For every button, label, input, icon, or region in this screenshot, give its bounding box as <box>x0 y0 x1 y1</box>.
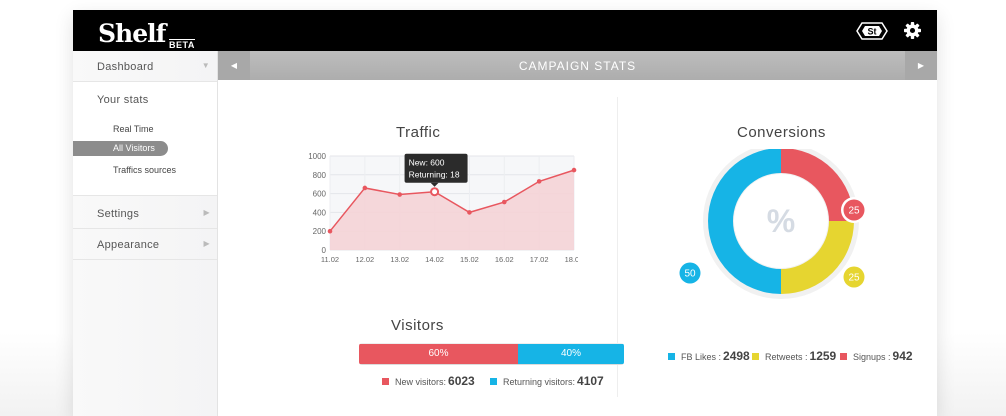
x-tick-label: 13.02 <box>390 255 409 264</box>
main-content: ◀ CAMPAIGN STATS ▶ Traffic 1000 800 600 400… <box>218 51 937 416</box>
visitors-title: Visitors <box>391 317 444 334</box>
sidebar: Dashboard ▼ Your stats Real Time All Vis… <box>73 51 218 416</box>
beta-badge: BETA <box>169 39 195 50</box>
sidebar-group-your-stats: Your stats Real Time All Visitors Traffi… <box>73 82 217 196</box>
traffic-point[interactable] <box>467 210 472 215</box>
x-tick-label: 15.02 <box>460 255 479 264</box>
logo[interactable]: Shelf <box>98 20 166 48</box>
legend-swatch <box>840 353 847 360</box>
badge-value: 25 <box>848 206 860 217</box>
legend-label: Retweets : <box>765 352 808 362</box>
conversions-title: Conversions <box>737 124 826 141</box>
sidebar-subitem-all-visitors[interactable]: All Visitors <box>73 141 168 156</box>
percent-icon: % <box>767 203 795 239</box>
legend-label: Signups : <box>853 352 891 362</box>
fb-likes-legend: FB Likes :2498 <box>668 349 750 363</box>
x-tick-label: 16.02 <box>495 255 514 264</box>
stage: Shelf BETA St Dashboard ▼ Your stats Rea… <box>0 0 1006 416</box>
x-tick-label: 11.02 <box>321 255 339 264</box>
x-tick-label: 14.02 <box>425 255 444 264</box>
legend-swatch <box>490 378 497 385</box>
chevron-down-icon: ▼ <box>201 61 210 70</box>
sidebar-item-appearance[interactable]: Appearance ▶ <box>73 229 217 260</box>
x-tick-label: 17.02 <box>530 255 549 264</box>
page-title: CAMPAIGN STATS <box>518 59 637 73</box>
y-tick-label: 800 <box>313 171 327 180</box>
traffic-point[interactable] <box>501 199 507 205</box>
traffic-title: Traffic <box>396 124 441 141</box>
traffic-point[interactable] <box>571 167 577 173</box>
traffic-chart: 1000 800 600 400 200 011.02 12.02 13.02 14.02 15.… <box>308 152 578 264</box>
title-bar: ◀ CAMPAIGN STATS ▶ <box>218 51 937 80</box>
app-window: Shelf BETA St Dashboard ▼ Your stats Rea… <box>73 10 937 416</box>
chevron-right-icon: ▶ <box>203 208 210 217</box>
conversions-donut: % 25 25 50 <box>677 149 867 299</box>
signups-legend: Signups :942 <box>840 349 913 363</box>
chevron-right-icon: ▶ <box>203 239 210 248</box>
legend-label: Returning visitors: <box>503 377 576 387</box>
legend-swatch <box>382 378 389 385</box>
sidebar-item-dashboard[interactable]: Dashboard ▼ <box>73 51 217 82</box>
legend-value: 942 <box>892 349 913 363</box>
traffic-point-highlight[interactable] <box>430 187 440 197</box>
x-tick-label: 18.02 <box>565 255 578 264</box>
traffic-plot: 1000 800 600 400 200 011.02 12.02 13.02 14.02 15.… <box>308 152 578 264</box>
sidebar-subitem-real-time[interactable]: Real Time <box>113 124 154 134</box>
new-visitors-bar: 60% <box>359 344 518 364</box>
badge-value: 50 <box>684 269 696 280</box>
legend-swatch <box>752 353 759 360</box>
legend-value: 1259 <box>809 349 837 363</box>
y-tick-label: 600 <box>313 190 327 199</box>
badge-value: 25 <box>848 273 860 284</box>
traffic-point[interactable] <box>362 185 368 191</box>
sidebar-item-settings[interactable]: Settings ▶ <box>73 196 217 229</box>
retweets-legend: Retweets :1259 <box>752 349 836 363</box>
chevron-right-icon[interactable]: ▶ <box>905 51 937 80</box>
st-badge-icon[interactable]: St <box>856 22 888 45</box>
traffic-point[interactable] <box>536 179 542 184</box>
x-tick-label: 12.02 <box>355 255 374 264</box>
legend-value: 4107 <box>577 374 604 388</box>
traffic-point[interactable] <box>397 192 403 197</box>
gear-icon[interactable] <box>904 22 921 44</box>
legend-swatch <box>668 353 675 360</box>
legend-label: New visitors: <box>395 377 447 387</box>
sidebar-item-label: Appearance <box>97 239 160 251</box>
y-tick-label: 0 <box>322 246 327 255</box>
traffic-tooltip: New: 600 Returning: 18 <box>404 153 468 187</box>
returning-visitors-legend: Returning visitors: 4107 <box>490 374 604 388</box>
sidebar-item-label: Settings <box>97 208 140 220</box>
tooltip-new: New: 600 <box>409 158 445 168</box>
st-badge-label: St <box>868 27 877 37</box>
sidebar-item-label: Dashboard <box>97 61 154 73</box>
legend-value: 2498 <box>723 349 750 363</box>
legend-label: FB Likes : <box>681 352 722 362</box>
visitors-bar: 60% 40% <box>359 343 624 365</box>
sidebar-subitem-traffics-sources[interactable]: Traffics sources <box>113 165 176 175</box>
legend-value: 6023 <box>448 374 475 388</box>
y-tick-label: 400 <box>313 208 327 217</box>
new-visitors-legend: New visitors: 6023 <box>382 374 475 388</box>
sidebar-item-your-stats[interactable]: Your stats <box>97 94 149 106</box>
tooltip-returning: Returning: 18 <box>409 170 460 180</box>
traffic-point[interactable] <box>327 228 333 234</box>
returning-visitors-bar: 40% <box>518 344 624 364</box>
y-tick-label: 1000 <box>308 152 326 161</box>
top-bar: Shelf BETA St <box>73 10 937 51</box>
y-tick-label: 200 <box>313 227 327 236</box>
